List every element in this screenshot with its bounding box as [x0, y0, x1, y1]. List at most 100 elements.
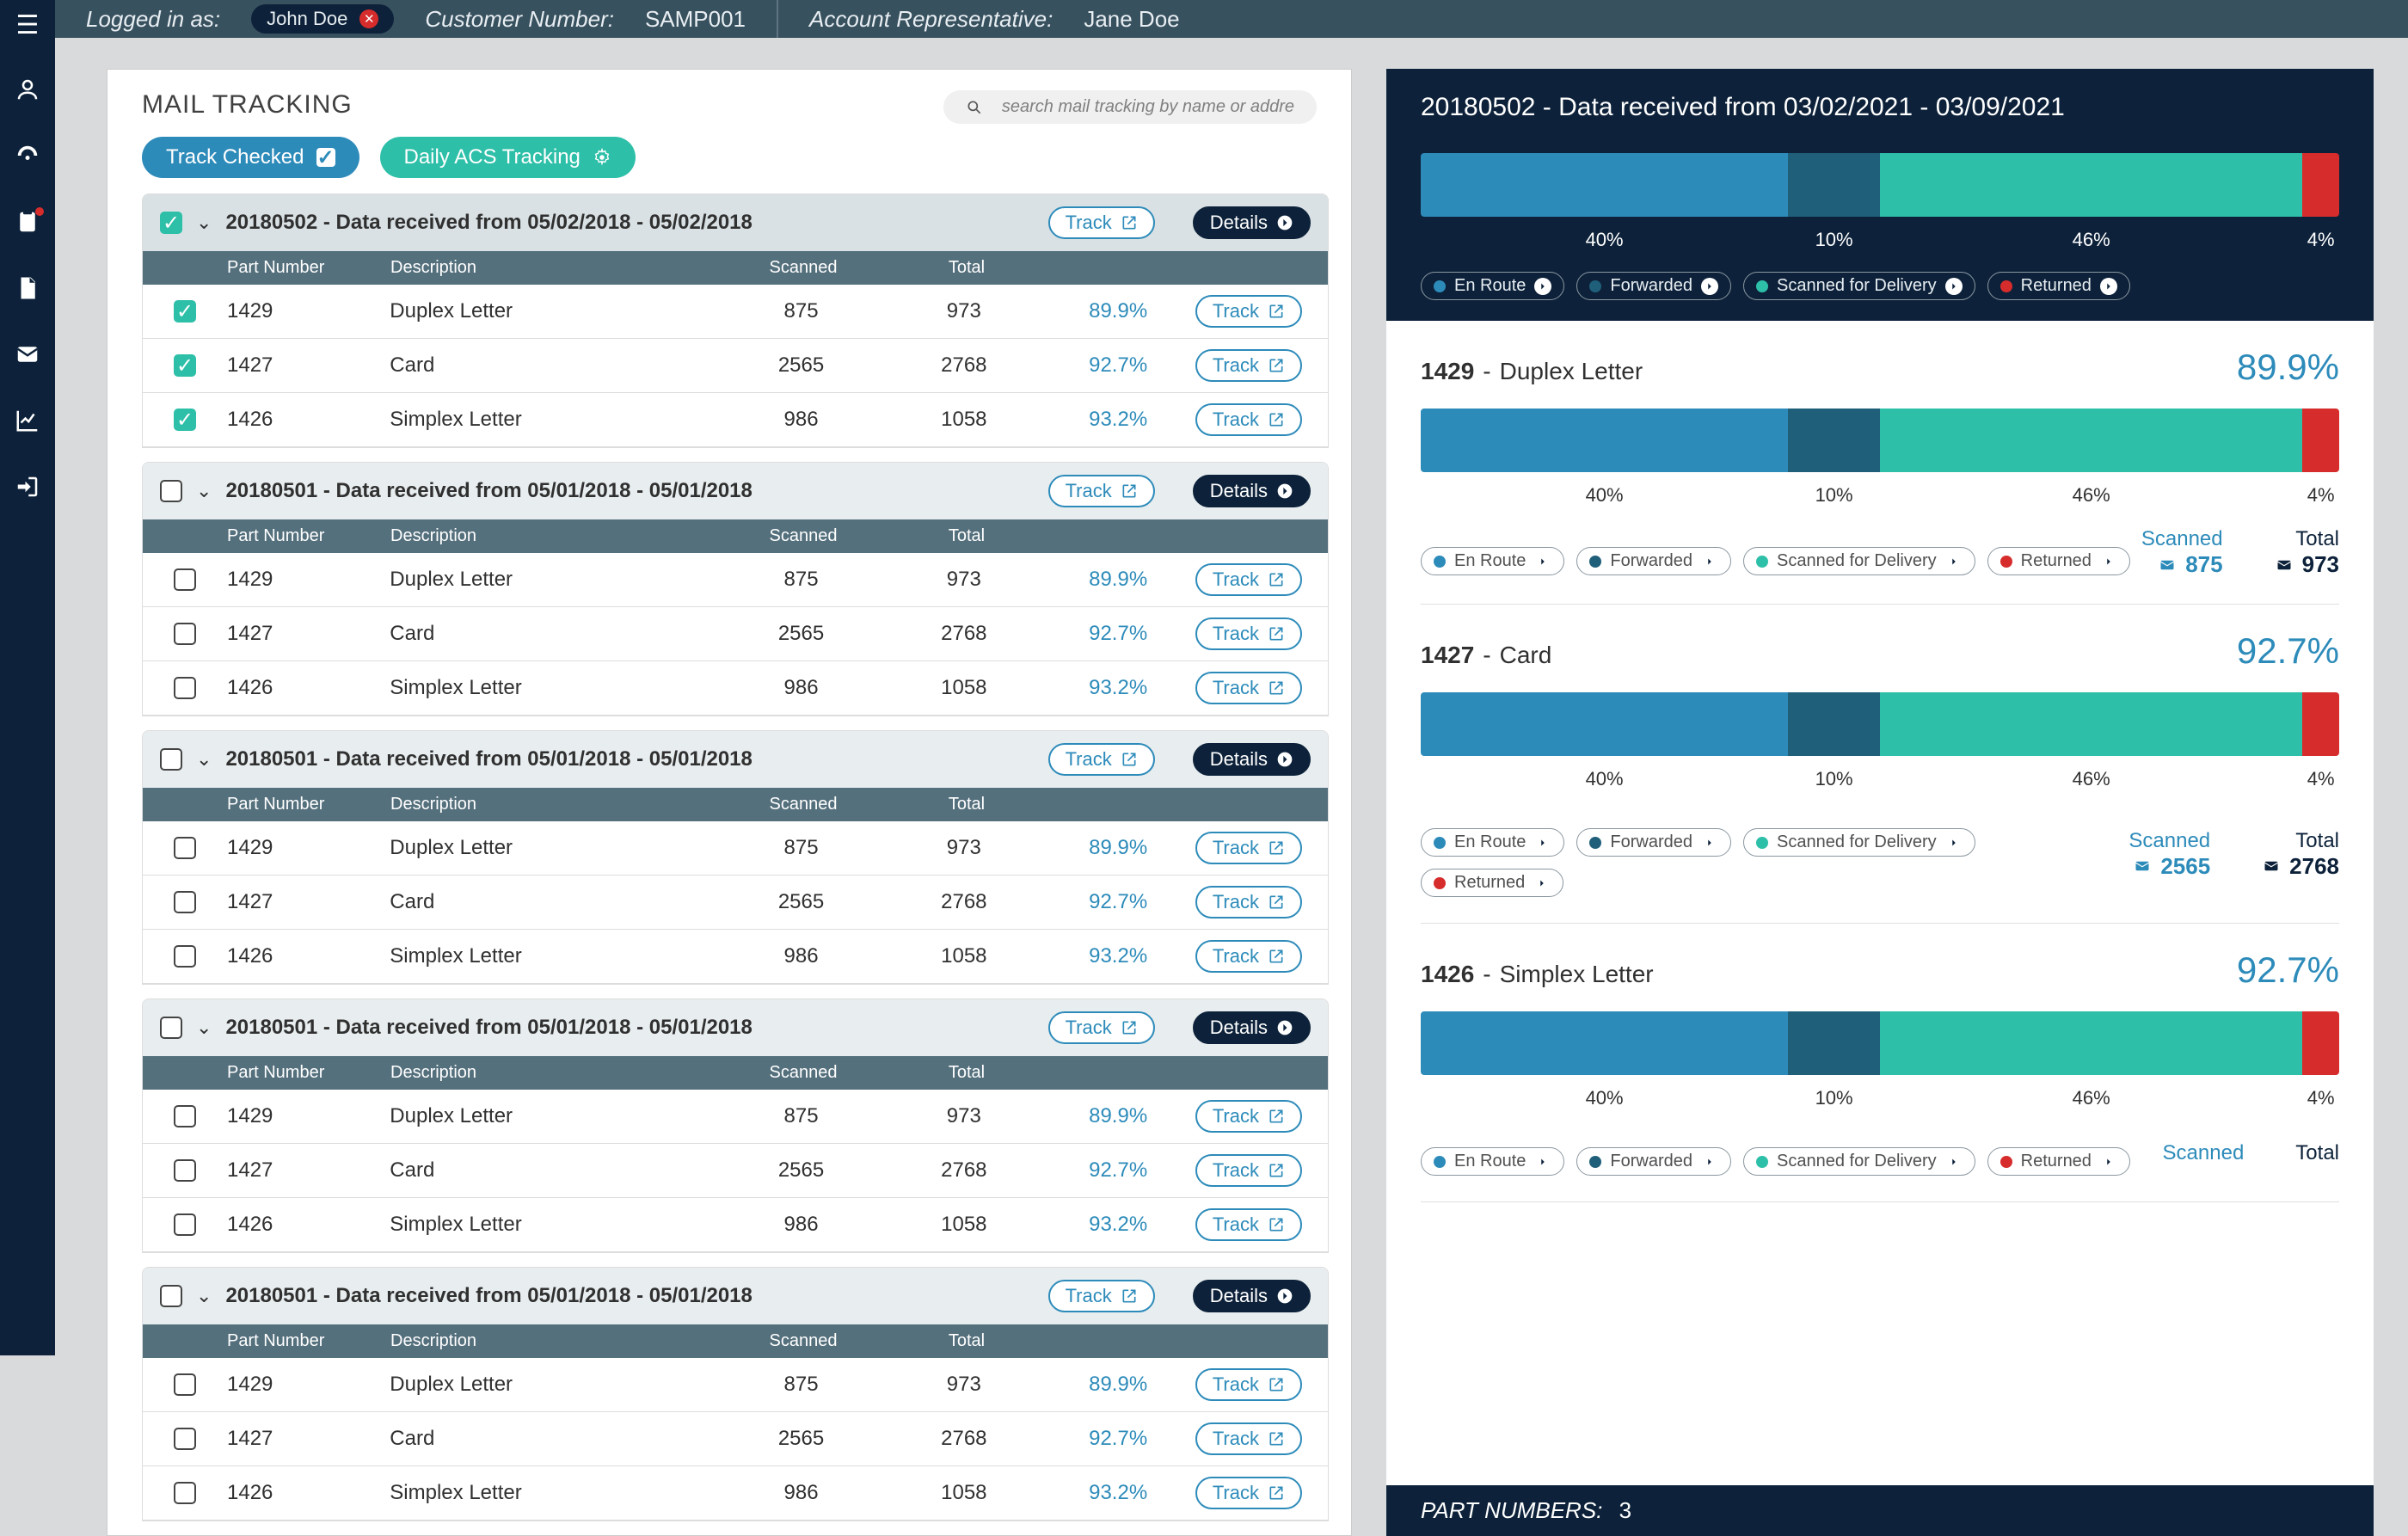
- row-track-button[interactable]: Track: [1195, 295, 1302, 328]
- chevron-down-icon[interactable]: ⌄: [196, 212, 212, 234]
- check-icon: ✓: [316, 148, 335, 167]
- group-header[interactable]: ✓ ⌄ 20180502 - Data received from 05/02/…: [143, 194, 1328, 251]
- table-row: 1427 Card 2565 2768 92.7% Track: [143, 1412, 1328, 1466]
- row-track-button[interactable]: Track: [1195, 1154, 1302, 1187]
- row-track-button[interactable]: Track: [1195, 832, 1302, 864]
- group-header[interactable]: ⌄ 20180501 - Data received from 05/01/20…: [143, 731, 1328, 788]
- row-track-button[interactable]: Track: [1195, 349, 1302, 382]
- legend-chip[interactable]: Scanned for Delivery: [1743, 1147, 1975, 1176]
- side-nav: ☰: [0, 0, 55, 1355]
- row-checkbox[interactable]: [174, 1159, 196, 1182]
- group-checkbox[interactable]: ✓: [160, 212, 182, 234]
- legend-chip[interactable]: En Route: [1421, 547, 1564, 575]
- daily-acs-button[interactable]: Daily ACS Tracking: [380, 137, 636, 178]
- mail-icon[interactable]: [15, 341, 40, 372]
- row-checkbox[interactable]: ✓: [174, 409, 196, 431]
- row-checkbox[interactable]: [174, 837, 196, 859]
- logout-icon[interactable]: [15, 474, 40, 504]
- row-track-button[interactable]: Track: [1195, 1422, 1302, 1455]
- legend-chip[interactable]: En Route: [1421, 828, 1564, 857]
- description: Card: [390, 1158, 716, 1183]
- group-header[interactable]: ⌄ 20180501 - Data received from 05/01/20…: [143, 999, 1328, 1056]
- details-button[interactable]: Details: [1193, 1011, 1311, 1044]
- track-button[interactable]: Track: [1048, 743, 1155, 776]
- track-button[interactable]: Track: [1048, 206, 1155, 239]
- legend-dot: [1434, 837, 1446, 849]
- row-checkbox[interactable]: [174, 1213, 196, 1236]
- row-checkbox[interactable]: [174, 677, 196, 699]
- scanned: 2565: [716, 1158, 887, 1183]
- search-input[interactable]: search mail tracking by name or addre: [943, 90, 1317, 124]
- row-track-button[interactable]: Track: [1195, 940, 1302, 973]
- description: Simplex Letter: [390, 408, 716, 432]
- row-track-button[interactable]: Track: [1195, 1208, 1302, 1241]
- row-track-button[interactable]: Track: [1195, 563, 1302, 596]
- row-checkbox[interactable]: ✓: [174, 300, 196, 323]
- row-track-button[interactable]: Track: [1195, 886, 1302, 919]
- row-checkbox[interactable]: [174, 1428, 196, 1450]
- row-track-button[interactable]: Track: [1195, 1100, 1302, 1133]
- row-checkbox[interactable]: [174, 1373, 196, 1396]
- group-checkbox[interactable]: [160, 1017, 182, 1039]
- document-icon[interactable]: [15, 275, 40, 305]
- track-button[interactable]: Track: [1048, 475, 1155, 507]
- legend-chip[interactable]: Forwarded: [1576, 1147, 1731, 1176]
- group-checkbox[interactable]: [160, 480, 182, 502]
- user-chip[interactable]: John Doe ✕: [251, 4, 394, 34]
- legend-chip[interactable]: Forwarded: [1576, 272, 1731, 300]
- legend-chip[interactable]: Returned: [1987, 547, 2130, 575]
- details-button[interactable]: Details: [1193, 206, 1311, 239]
- legend-chip[interactable]: Forwarded: [1576, 828, 1731, 857]
- row-checkbox[interactable]: [174, 945, 196, 968]
- group-checkbox[interactable]: [160, 1285, 182, 1307]
- legend-chip[interactable]: Forwarded: [1576, 547, 1731, 575]
- group-header[interactable]: ⌄ 20180501 - Data received from 05/01/20…: [143, 463, 1328, 519]
- row-checkbox[interactable]: [174, 891, 196, 913]
- row-track-button[interactable]: Track: [1195, 403, 1302, 436]
- legend-chip[interactable]: En Route: [1421, 1147, 1564, 1176]
- legend-chip[interactable]: Scanned for Delivery: [1743, 828, 1975, 857]
- row-track-button[interactable]: Track: [1195, 672, 1302, 704]
- legend-chip[interactable]: En Route: [1421, 272, 1564, 300]
- group-header[interactable]: ⌄ 20180501 - Data received from 05/01/20…: [143, 1268, 1328, 1324]
- track-button[interactable]: Track: [1048, 1011, 1155, 1044]
- details-button[interactable]: Details: [1193, 743, 1311, 776]
- legend-chip[interactable]: Returned: [1987, 1147, 2130, 1176]
- track-button[interactable]: Track: [1048, 1280, 1155, 1312]
- row-track-button[interactable]: Track: [1195, 1477, 1302, 1509]
- chevron-down-icon[interactable]: ⌄: [196, 480, 212, 502]
- row-checkbox[interactable]: [174, 1482, 196, 1504]
- clipboard-icon[interactable]: [15, 209, 40, 239]
- legend-dot: [1756, 556, 1768, 568]
- chart-icon[interactable]: [15, 408, 40, 438]
- part-number: 1429: [227, 1104, 390, 1128]
- row-track-button[interactable]: Track: [1195, 617, 1302, 650]
- row-checkbox[interactable]: [174, 623, 196, 645]
- chevron-down-icon[interactable]: ⌄: [196, 1017, 212, 1039]
- track-checked-button[interactable]: Track Checked ✓: [142, 137, 359, 178]
- row-checkbox[interactable]: [174, 568, 196, 591]
- dashboard-icon[interactable]: [15, 143, 40, 173]
- row-checkbox[interactable]: ✓: [174, 354, 196, 377]
- bar-segment: [1788, 153, 1880, 217]
- legend-chip[interactable]: Scanned for Delivery: [1743, 547, 1975, 575]
- user-icon[interactable]: [15, 77, 40, 107]
- row-track-button[interactable]: Track: [1195, 1368, 1302, 1401]
- details-button[interactable]: Details: [1193, 1280, 1311, 1312]
- detail-cards[interactable]: 1429 - Duplex Letter 89.9% 40%10%46%4% E…: [1386, 321, 2374, 1485]
- legend-chip[interactable]: Returned: [1421, 869, 1563, 897]
- menu-icon[interactable]: ☰: [16, 10, 40, 40]
- part-number: 1426: [227, 944, 390, 968]
- chevron-down-icon[interactable]: ⌄: [196, 1285, 212, 1307]
- close-icon[interactable]: ✕: [359, 9, 378, 28]
- group-checkbox[interactable]: [160, 748, 182, 771]
- description: Duplex Letter: [390, 299, 716, 323]
- chevron-down-icon[interactable]: ⌄: [196, 748, 212, 771]
- chevron-right-icon: [1701, 553, 1718, 570]
- row-checkbox[interactable]: [174, 1105, 196, 1127]
- tracking-list[interactable]: ✓ ⌄ 20180502 - Data received from 05/02/…: [108, 194, 1351, 1535]
- details-button[interactable]: Details: [1193, 475, 1311, 507]
- card-stats: Scanned 875 Total 973: [2141, 527, 2339, 578]
- legend-chip[interactable]: Scanned for Delivery: [1743, 272, 1975, 300]
- legend-chip[interactable]: Returned: [1987, 272, 2130, 300]
